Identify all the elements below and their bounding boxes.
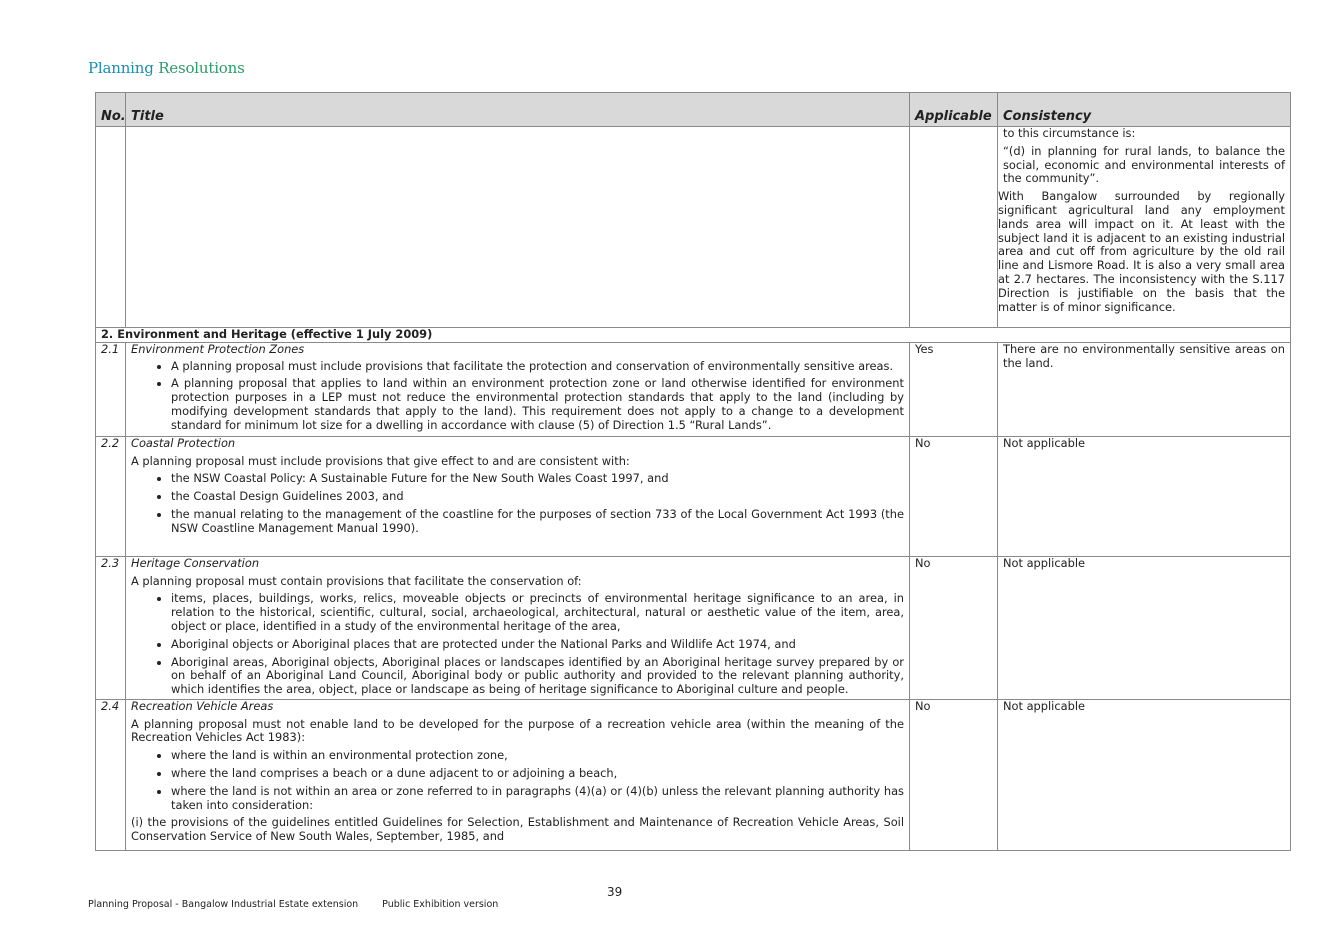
continuation-row: to this circumstance is: “(d) in plannin… [95, 126, 1291, 328]
row-number: 2.1 [95, 341, 126, 437]
list-item: where the land is not within an area or … [171, 784, 904, 813]
list-item: the NSW Coastal Policy: A Sustainable Fu… [171, 472, 904, 486]
row-outro: (i) the provisions of the guidelines ent… [131, 815, 904, 844]
continuation-no-cell [95, 126, 126, 328]
continuation-title-cell [125, 126, 910, 328]
continuation-line: “(d) in planning for rural lands, to bal… [1003, 143, 1285, 186]
row-consistency: Not applicable [997, 698, 1291, 851]
table-row: 2.4 Recreation Vehicle Areas A planning … [95, 698, 1291, 851]
continuation-line: With Bangalow surrounded by regionally s… [998, 189, 1285, 314]
row-consistency: Not applicable [997, 435, 1291, 557]
header-title: Title [125, 92, 910, 127]
header-no: No. [95, 92, 126, 127]
page-number: 39 [607, 885, 623, 899]
list-item: Aboriginal areas, Aboriginal objects, Ab… [171, 655, 904, 697]
row-consistency: Not applicable [997, 555, 1291, 700]
row-bullet-list: where the land is within an environmenta… [131, 748, 904, 813]
header-applicable: Applicable [909, 92, 998, 127]
list-item: where the land is within an environmenta… [171, 748, 904, 763]
list-item: Aboriginal objects or Aboriginal places … [171, 637, 904, 652]
row-title-cell: Heritage Conservation A planning proposa… [125, 555, 910, 700]
page-footer: Planning Proposal - Bangalow Industrial … [88, 899, 498, 910]
row-applicable: No [909, 698, 998, 851]
row-title: Recreation Vehicle Areas [131, 698, 274, 713]
heading-word-1: Planning [88, 59, 154, 77]
table-row: 2.3 Heritage Conservation A planning pro… [95, 555, 1291, 700]
row-number: 2.3 [95, 555, 126, 700]
row-bullet-list: the NSW Coastal Policy: A Sustainable Fu… [131, 472, 904, 535]
table-header-row: No. Title Applicable Consistency [95, 92, 1291, 127]
planning-table: No. Title Applicable Consistency to this… [95, 92, 1291, 851]
row-intro: A planning proposal must contain provisi… [131, 573, 582, 588]
section-header: 2. Environment and Heritage (effective 1… [95, 327, 1291, 343]
row-consistency: There are no environmentally sensitive a… [997, 341, 1291, 437]
row-title-cell: Environment Protection Zones A planning … [125, 341, 910, 437]
row-bullet-list: items, places, buildings, works, relics,… [131, 591, 904, 697]
continuation-line: to this circumstance is: [1003, 126, 1136, 140]
continuation-applicable-cell [909, 126, 998, 328]
row-bullet-list: A planning proposal must include provisi… [131, 359, 904, 433]
heading-word-2: Resolutions [158, 59, 245, 77]
table-row: 2.1 Environment Protection Zones A plann… [95, 341, 1291, 437]
continuation-consistency-cell: to this circumstance is: “(d) in plannin… [997, 126, 1291, 328]
row-applicable: No [909, 555, 998, 700]
table-row: 2.2 Coastal Protection A planning propos… [95, 435, 1291, 557]
footer-document-title: Planning Proposal - Bangalow Industrial … [88, 899, 359, 910]
list-item: the Coastal Design Guidelines 2003, and [171, 489, 904, 504]
section-header-row: 2. Environment and Heritage (effective 1… [95, 327, 1291, 343]
header-consistency: Consistency [997, 92, 1291, 127]
list-item: A planning proposal must include provisi… [171, 359, 904, 374]
row-number: 2.2 [95, 435, 126, 557]
row-applicable: No [909, 435, 998, 557]
row-intro: A planning proposal must not enable land… [131, 716, 904, 745]
page-heading: Planning Resolutions [88, 59, 245, 77]
list-item: A planning proposal that applies to land… [171, 376, 904, 432]
row-title: Coastal Protection [131, 435, 236, 450]
row-title: Heritage Conservation [131, 555, 260, 570]
row-applicable: Yes [909, 341, 998, 437]
row-title-cell: Recreation Vehicle Areas A planning prop… [125, 698, 910, 851]
row-title-cell: Coastal Protection A planning proposal m… [125, 435, 910, 557]
list-item: where the land comprises a beach or a du… [171, 766, 904, 781]
list-item: the manual relating to the management of… [171, 507, 904, 536]
row-intro: A planning proposal must include provisi… [131, 453, 630, 468]
footer-version: Public Exhibition version [382, 899, 499, 910]
list-item: items, places, buildings, works, relics,… [171, 591, 904, 633]
row-number: 2.4 [95, 698, 126, 851]
row-title: Environment Protection Zones [131, 341, 305, 356]
